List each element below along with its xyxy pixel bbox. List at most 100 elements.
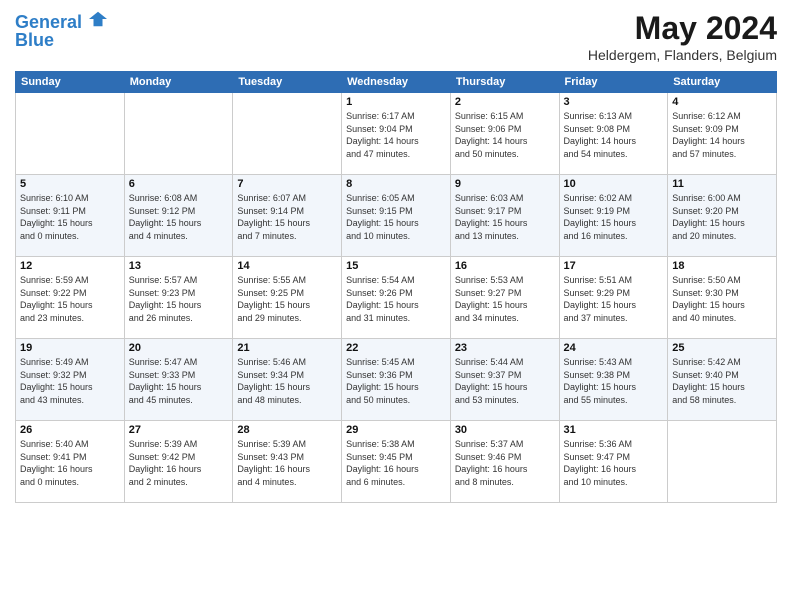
table-row — [124, 93, 233, 175]
day-number: 18 — [672, 260, 772, 272]
month-year-title: May 2024 — [588, 10, 777, 47]
table-row: 30 Sunrise: 5:37 AM Sunset: 9:46 PM Dayli… — [450, 421, 559, 503]
day-number: 1 — [346, 96, 446, 108]
col-wednesday: Wednesday — [342, 72, 451, 93]
calendar-week-row: 19 Sunrise: 5:49 AM Sunset: 9:32 PM Dayli… — [16, 339, 777, 421]
logo-blue: Blue — [15, 31, 107, 51]
day-number: 12 — [20, 260, 120, 272]
day-info: Sunrise: 6:00 AM Sunset: 9:20 PM Dayligh… — [672, 192, 772, 242]
day-info: Sunrise: 5:39 AM Sunset: 9:43 PM Dayligh… — [237, 438, 337, 488]
day-info: Sunrise: 5:54 AM Sunset: 9:26 PM Dayligh… — [346, 274, 446, 324]
day-info: Sunrise: 6:12 AM Sunset: 9:09 PM Dayligh… — [672, 110, 772, 160]
col-friday: Friday — [559, 72, 668, 93]
table-row: 12Sunrise: 5:59 AM Sunset: 9:22 PM Dayli… — [16, 257, 125, 339]
day-info: Sunrise: 5:46 AM Sunset: 9:34 PM Dayligh… — [237, 356, 337, 406]
day-number: 29 — [346, 424, 446, 436]
day-number: 4 — [672, 96, 772, 108]
table-row: 13Sunrise: 5:57 AM Sunset: 9:23 PM Dayli… — [124, 257, 233, 339]
day-number: 16 — [455, 260, 555, 272]
day-number: 26 — [20, 424, 120, 436]
table-row: 11 Sunrise: 6:00 AM Sunset: 9:20 PM Dayli… — [668, 175, 777, 257]
table-row: 20Sunrise: 5:47 AM Sunset: 9:33 PM Dayli… — [124, 339, 233, 421]
table-row: 19 Sunrise: 5:49 AM Sunset: 9:32 PM Dayli… — [16, 339, 125, 421]
day-info: Sunrise: 6:13 AM Sunset: 9:08 PM Dayligh… — [564, 110, 664, 160]
table-row: 31 Sunrise: 5:36 AM Sunset: 9:47 PM Dayli… — [559, 421, 668, 503]
day-number: 17 — [564, 260, 664, 272]
calendar-header-row: Sunday Monday Tuesday Wednesday Thursday… — [16, 72, 777, 93]
day-number: 25 — [672, 342, 772, 354]
table-row: 7Sunrise: 6:07 AM Sunset: 9:14 PM Daylig… — [233, 175, 342, 257]
day-number: 11 — [672, 178, 772, 190]
table-row: 2 Sunrise: 6:15 AM Sunset: 9:06 PM Daylig… — [450, 93, 559, 175]
table-row: 1 Sunrise: 6:17 AM Sunset: 9:04 PM Daylig… — [342, 93, 451, 175]
table-row: 24 Sunrise: 5:43 AM Sunset: 9:38 PM Dayli… — [559, 339, 668, 421]
day-number: 10 — [564, 178, 664, 190]
day-number: 22 — [346, 342, 446, 354]
day-info: Sunrise: 5:45 AM Sunset: 9:36 PM Dayligh… — [346, 356, 446, 406]
col-monday: Monday — [124, 72, 233, 93]
header: General Blue May 2024 Heldergem, Flander… — [15, 10, 777, 63]
day-number: 15 — [346, 260, 446, 272]
table-row: 27 Sunrise: 5:39 AM Sunset: 9:42 PM Dayli… — [124, 421, 233, 503]
table-row: 22 Sunrise: 5:45 AM Sunset: 9:36 PM Dayli… — [342, 339, 451, 421]
day-number: 31 — [564, 424, 664, 436]
location-subtitle: Heldergem, Flanders, Belgium — [588, 47, 777, 63]
day-number: 27 — [129, 424, 229, 436]
day-number: 8 — [346, 178, 446, 190]
col-saturday: Saturday — [668, 72, 777, 93]
day-info: Sunrise: 5:49 AM Sunset: 9:32 PM Dayligh… — [20, 356, 120, 406]
table-row: 6 Sunrise: 6:08 AM Sunset: 9:12 PM Daylig… — [124, 175, 233, 257]
table-row — [668, 421, 777, 503]
table-row — [16, 93, 125, 175]
table-row: 14 Sunrise: 5:55 AM Sunset: 9:25 PM Dayli… — [233, 257, 342, 339]
day-number: 7 — [237, 178, 337, 190]
day-info: Sunrise: 5:55 AM Sunset: 9:25 PM Dayligh… — [237, 274, 337, 324]
table-row: 8Sunrise: 6:05 AM Sunset: 9:15 PM Daylig… — [342, 175, 451, 257]
day-info: Sunrise: 6:03 AM Sunset: 9:17 PM Dayligh… — [455, 192, 555, 242]
day-number: 6 — [129, 178, 229, 190]
day-number: 5 — [20, 178, 120, 190]
day-info: Sunrise: 5:42 AM Sunset: 9:40 PM Dayligh… — [672, 356, 772, 406]
day-number: 2 — [455, 96, 555, 108]
calendar-week-row: 1 Sunrise: 6:17 AM Sunset: 9:04 PM Daylig… — [16, 93, 777, 175]
table-row: 9 Sunrise: 6:03 AM Sunset: 9:17 PM Daylig… — [450, 175, 559, 257]
day-number: 9 — [455, 178, 555, 190]
day-info: Sunrise: 6:02 AM Sunset: 9:19 PM Dayligh… — [564, 192, 664, 242]
day-info: Sunrise: 6:10 AM Sunset: 9:11 PM Dayligh… — [20, 192, 120, 242]
calendar-week-row: 26Sunrise: 5:40 AM Sunset: 9:41 PM Dayli… — [16, 421, 777, 503]
table-row: 15 Sunrise: 5:54 AM Sunset: 9:26 PM Dayli… — [342, 257, 451, 339]
col-tuesday: Tuesday — [233, 72, 342, 93]
col-sunday: Sunday — [16, 72, 125, 93]
table-row: 25 Sunrise: 5:42 AM Sunset: 9:40 PM Dayli… — [668, 339, 777, 421]
table-row: 29Sunrise: 5:38 AM Sunset: 9:45 PM Dayli… — [342, 421, 451, 503]
day-number: 24 — [564, 342, 664, 354]
calendar-week-row: 5 Sunrise: 6:10 AM Sunset: 9:11 PM Daylig… — [16, 175, 777, 257]
table-row: 23 Sunrise: 5:44 AM Sunset: 9:37 PM Dayli… — [450, 339, 559, 421]
day-info: Sunrise: 5:44 AM Sunset: 9:37 PM Dayligh… — [455, 356, 555, 406]
day-number: 14 — [237, 260, 337, 272]
day-info: Sunrise: 5:37 AM Sunset: 9:46 PM Dayligh… — [455, 438, 555, 488]
table-row — [233, 93, 342, 175]
day-info: Sunrise: 5:47 AM Sunset: 9:33 PM Dayligh… — [129, 356, 229, 406]
day-info: Sunrise: 5:53 AM Sunset: 9:27 PM Dayligh… — [455, 274, 555, 324]
day-number: 3 — [564, 96, 664, 108]
day-number: 19 — [20, 342, 120, 354]
day-info: Sunrise: 5:36 AM Sunset: 9:47 PM Dayligh… — [564, 438, 664, 488]
day-info: Sunrise: 5:57 AM Sunset: 9:23 PM Dayligh… — [129, 274, 229, 324]
table-row: 21Sunrise: 5:46 AM Sunset: 9:34 PM Dayli… — [233, 339, 342, 421]
day-info: Sunrise: 5:43 AM Sunset: 9:38 PM Dayligh… — [564, 356, 664, 406]
day-number: 23 — [455, 342, 555, 354]
calendar-week-row: 12Sunrise: 5:59 AM Sunset: 9:22 PM Dayli… — [16, 257, 777, 339]
day-number: 30 — [455, 424, 555, 436]
table-row: 26Sunrise: 5:40 AM Sunset: 9:41 PM Dayli… — [16, 421, 125, 503]
day-info: Sunrise: 6:08 AM Sunset: 9:12 PM Dayligh… — [129, 192, 229, 242]
page: General Blue May 2024 Heldergem, Flander… — [0, 0, 792, 612]
day-info: Sunrise: 5:50 AM Sunset: 9:30 PM Dayligh… — [672, 274, 772, 324]
logo-bird-icon — [89, 10, 107, 28]
day-info: Sunrise: 6:15 AM Sunset: 9:06 PM Dayligh… — [455, 110, 555, 160]
day-info: Sunrise: 5:39 AM Sunset: 9:42 PM Dayligh… — [129, 438, 229, 488]
logo: General Blue — [15, 10, 107, 51]
calendar-table: Sunday Monday Tuesday Wednesday Thursday… — [15, 71, 777, 503]
day-info: Sunrise: 6:17 AM Sunset: 9:04 PM Dayligh… — [346, 110, 446, 160]
table-row: 17Sunrise: 5:51 AM Sunset: 9:29 PM Dayli… — [559, 257, 668, 339]
